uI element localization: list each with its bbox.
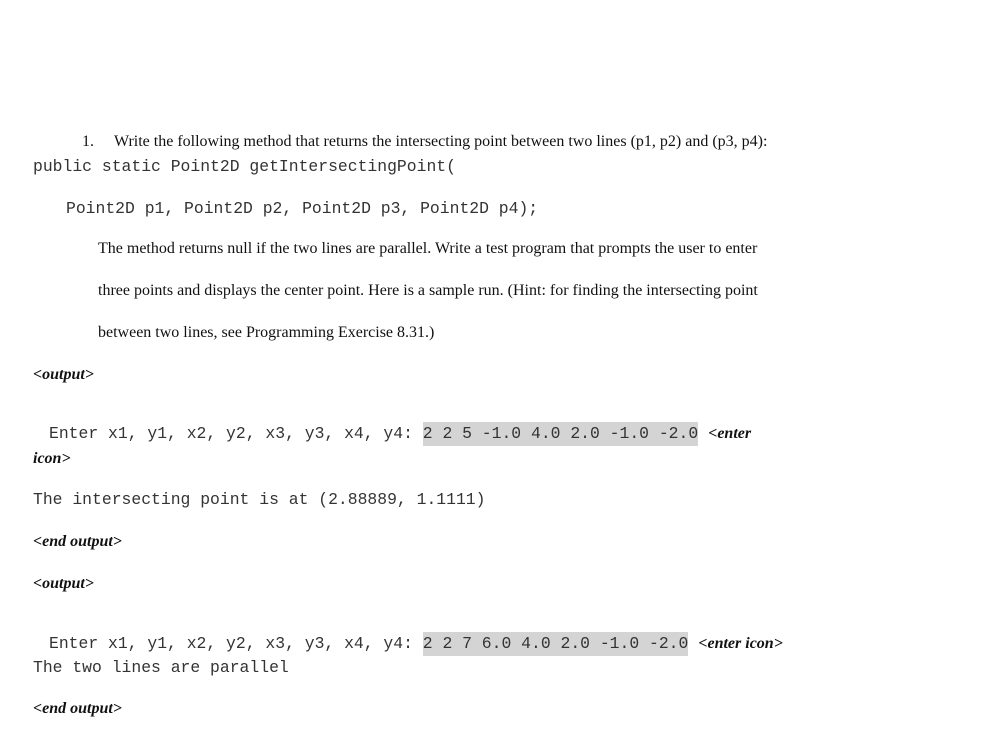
enter-icon-tag-continued: icon> xyxy=(33,450,71,467)
exercise-intro-text: Write the following method that returns … xyxy=(114,133,768,150)
output-open-tag: <output> xyxy=(33,575,94,592)
sample-run-1-input-line: Enter x1, y1, x2, y2, x3, y3, x4, y4: 2 … xyxy=(33,406,751,461)
method-signature-line-2: Point2D p1, Point2D p2, Point2D p3, Poin… xyxy=(66,199,539,218)
user-input-highlight: 2 2 5 -1.0 4.0 2.0 -1.0 -2.0 xyxy=(422,422,699,446)
method-signature-line-1: public static Point2D getIntersectingPoi… xyxy=(33,157,456,176)
description-line-3: between two lines, see Programming Exerc… xyxy=(98,324,435,341)
output-open-tag: <output> xyxy=(33,366,94,383)
user-input-highlight: 2 2 7 6.0 4.0 2.0 -1.0 -2.0 xyxy=(422,632,689,656)
prompt-text: Enter x1, y1, x2, y2, x3, y3, x4, y4: xyxy=(49,634,423,653)
enter-icon-tag: <enter icon> xyxy=(698,635,783,652)
exercise-number: 1. xyxy=(82,133,94,150)
sample-run-1-result: The intersecting point is at (2.88889, 1… xyxy=(33,490,486,509)
output-close-tag: <end output> xyxy=(33,533,122,550)
output-close-tag: <end output> xyxy=(33,700,122,717)
enter-icon-tag: <enter xyxy=(708,425,752,442)
prompt-text: Enter x1, y1, x2, y2, x3, y3, x4, y4: xyxy=(49,424,423,443)
description-line-1: The method returns null if the two lines… xyxy=(98,240,758,257)
description-line-2: three points and displays the center poi… xyxy=(98,282,758,299)
sample-run-2-result: The two lines are parallel xyxy=(33,658,289,677)
